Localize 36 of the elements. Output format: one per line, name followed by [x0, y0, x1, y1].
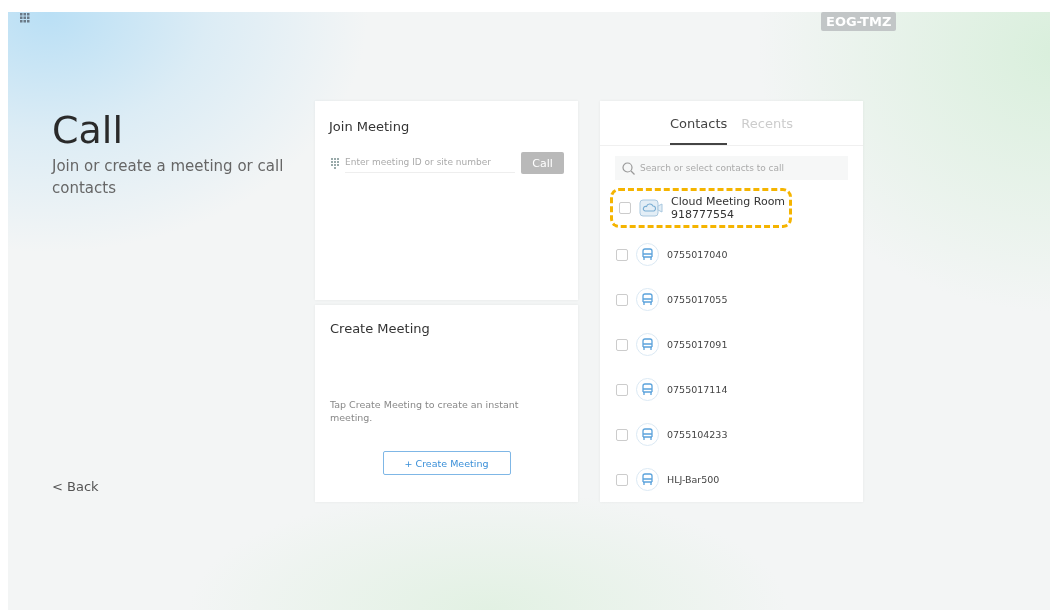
contact-name: Cloud Meeting Room — [671, 195, 786, 208]
card-title: Create Meeting — [330, 321, 431, 336]
contact-number: 918777554 — [671, 208, 735, 221]
terminal-avatar-icon — [636, 468, 659, 491]
checkbox[interactable] — [619, 202, 631, 214]
back-link[interactable]: < Back — [52, 479, 315, 494]
contact-name: 0755017091 — [667, 339, 728, 350]
card-title: Join Meeting — [329, 119, 411, 134]
checkbox[interactable] — [616, 293, 628, 306]
checkbox[interactable] — [616, 338, 628, 351]
terminal-avatar-icon — [636, 243, 659, 266]
contact-name: 0755017040 — [667, 249, 728, 260]
checkbox[interactable] — [616, 473, 628, 486]
app-grid-icon[interactable] — [20, 13, 30, 23]
contact-name: 0755017055 — [667, 294, 728, 305]
create-meeting-button[interactable]: + Create Meeting — [382, 451, 511, 475]
contact-search-field[interactable]: Search or select contacts to call — [615, 156, 848, 180]
checkbox[interactable] — [616, 248, 628, 261]
tab[interactable]: Contacts — [669, 116, 728, 145]
contact-name: HLJ-Bar500 — [667, 474, 720, 485]
terminal-avatar-icon — [636, 423, 659, 446]
checkbox[interactable] — [616, 428, 628, 441]
contact-name: 0755017114 — [667, 384, 728, 395]
highlighted-contact[interactable]: Cloud Meeting Room 918777554 — [610, 188, 792, 228]
contact-name: 0755104233 — [667, 429, 728, 440]
terminal-avatar-icon — [636, 288, 659, 311]
page-subtitle: Join or create a meeting or call contacts — [52, 156, 285, 199]
dialpad-icon — [331, 157, 339, 169]
terminal-avatar-icon — [636, 378, 659, 401]
meeting-id-field[interactable]: Enter meeting ID or site number — [345, 153, 515, 173]
page-title: Call — [52, 107, 124, 153]
cloud-camera-icon — [639, 198, 663, 218]
terminal-avatar-icon — [636, 333, 659, 356]
checkbox[interactable] — [616, 383, 628, 396]
create-meeting-description: Tap Create Meeting to create an instant meeting. — [330, 398, 520, 424]
device-name-badge: EOG-TMZ — [821, 12, 897, 31]
